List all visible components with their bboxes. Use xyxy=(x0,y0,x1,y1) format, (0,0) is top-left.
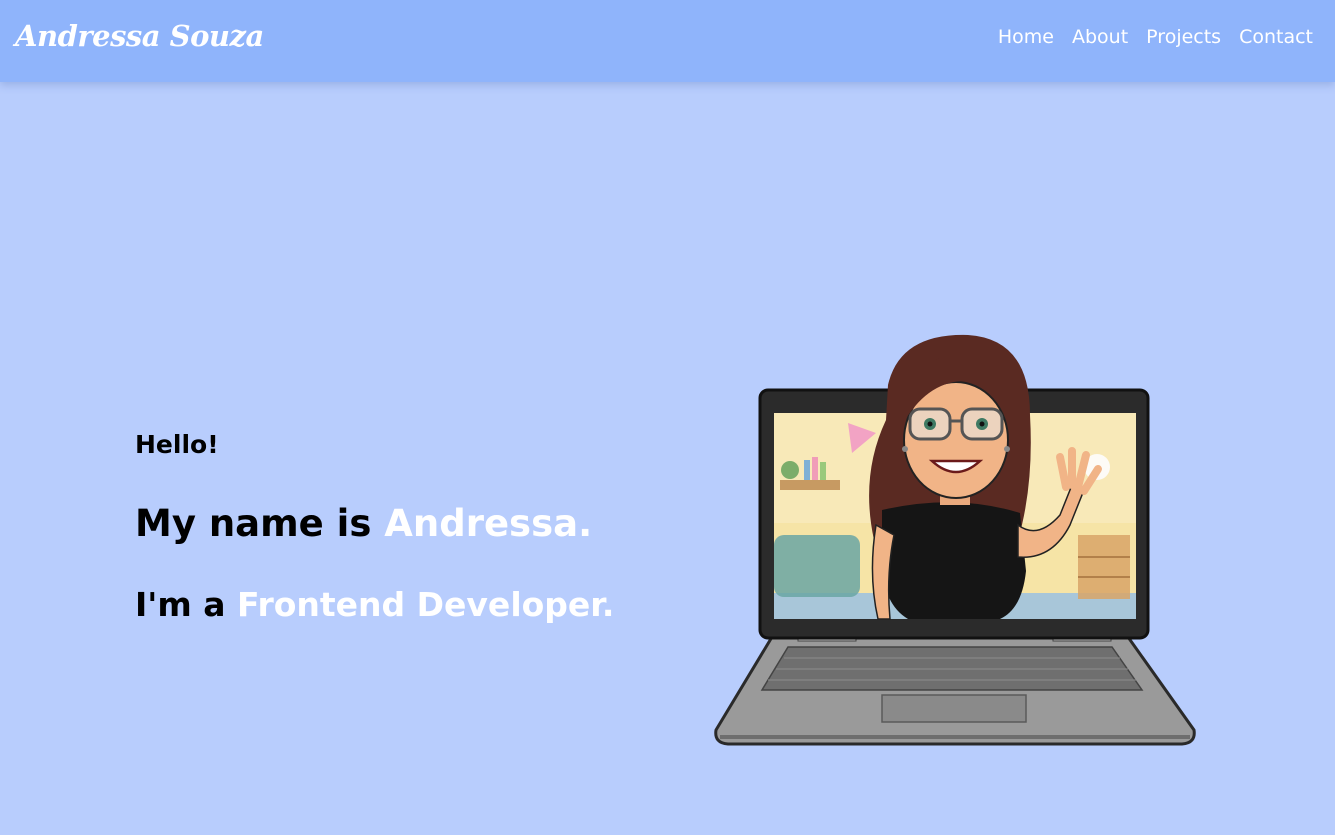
nav-link-contact[interactable]: Contact xyxy=(1239,26,1313,48)
nav-link-projects[interactable]: Projects xyxy=(1146,26,1221,48)
hero-role-line: I'm a Frontend Developer. xyxy=(135,585,614,624)
hero-name: Andressa. xyxy=(384,502,593,545)
avatar-laptop-illustration xyxy=(700,325,1210,755)
navbar: Andressa Souza Home About Projects Conta… xyxy=(0,0,1335,82)
nav-link-about[interactable]: About xyxy=(1072,26,1128,48)
hero-greeting: Hello! xyxy=(135,430,219,459)
hero-name-line: My name is Andressa. xyxy=(135,502,592,545)
nav-link-home[interactable]: Home xyxy=(998,26,1054,48)
hero-name-prefix: My name is xyxy=(135,502,385,545)
hero-role-prefix: I'm a xyxy=(135,585,238,624)
brand-logo[interactable]: Andressa Souza xyxy=(15,19,264,53)
laptop-avatar-image xyxy=(714,334,1196,746)
hero-role: Frontend Developer. xyxy=(237,585,615,624)
nav-links: Home About Projects Contact xyxy=(998,26,1313,48)
